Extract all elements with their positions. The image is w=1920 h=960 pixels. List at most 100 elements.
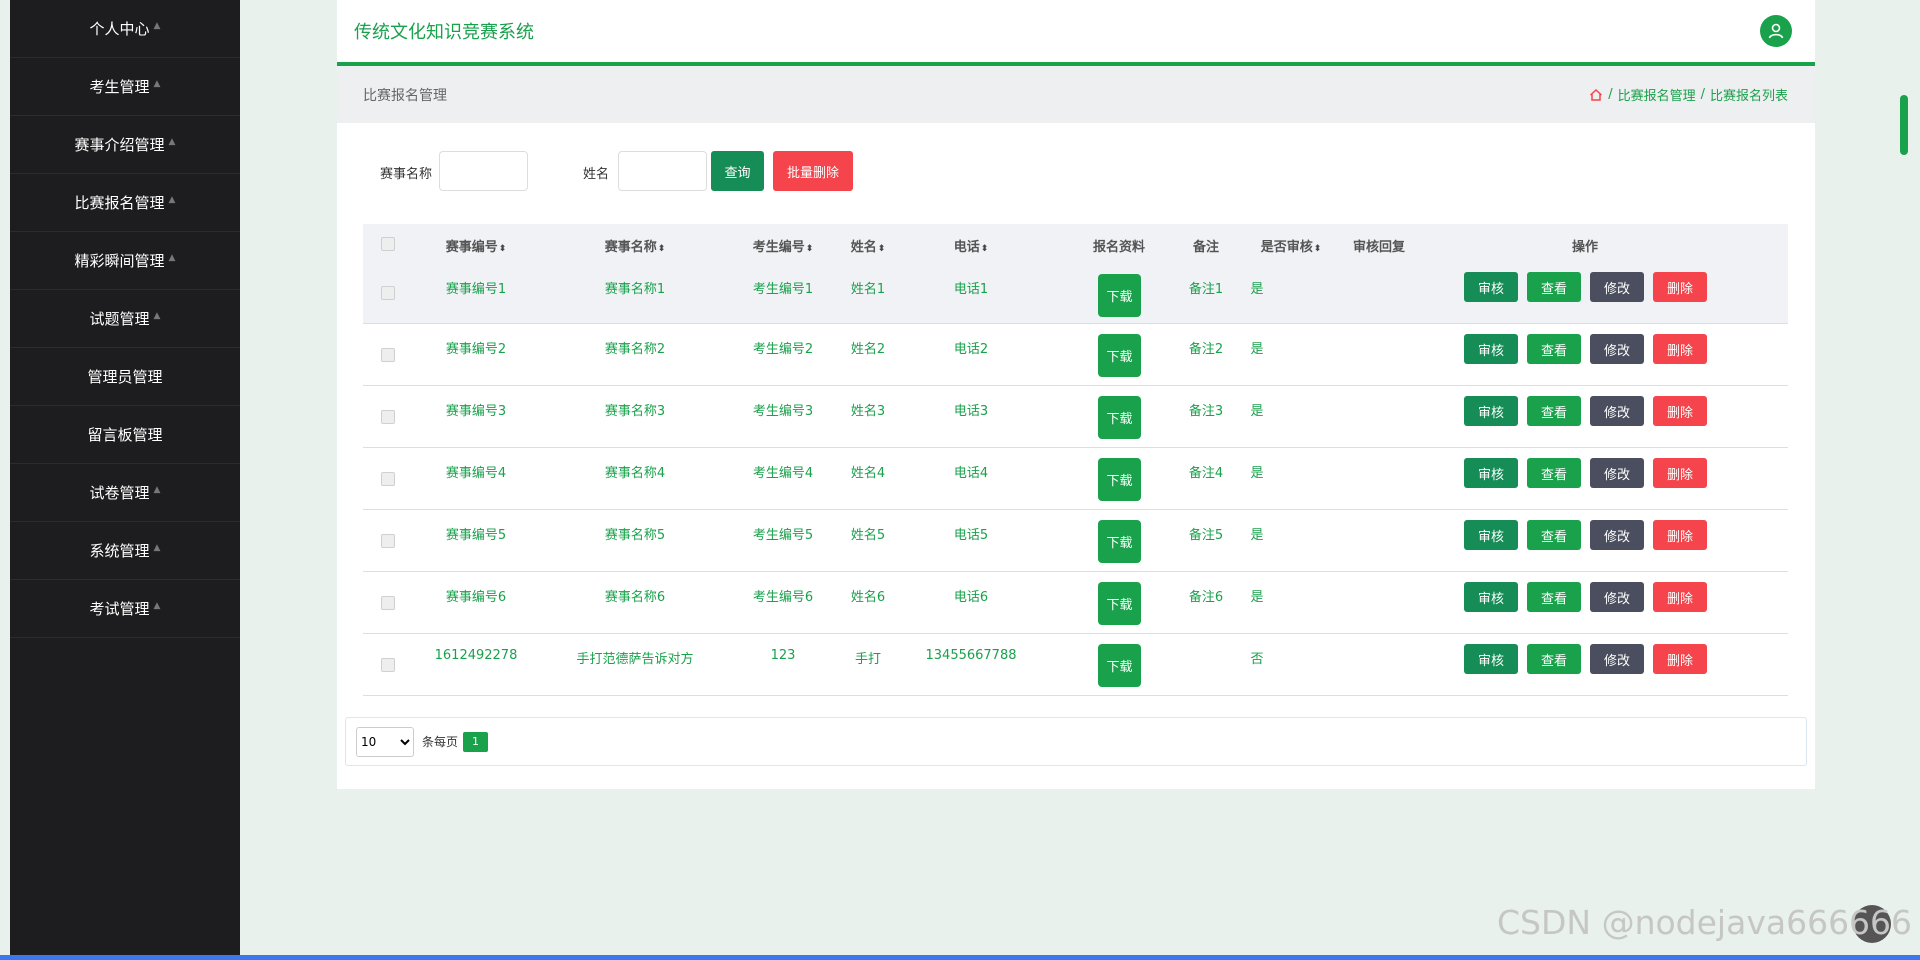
cell-remark: 备注5 <box>1188 528 1224 543</box>
download-button[interactable]: 下载 <box>1098 582 1141 625</box>
view-button[interactable]: 查看 <box>1527 458 1581 488</box>
download-button[interactable]: 下载 <box>1098 396 1141 439</box>
sidebar-item-label: 比赛报名管理 <box>74 194 165 212</box>
sidebar-item-event-intro[interactable]: 赛事介绍管理 ▲ <box>10 116 240 174</box>
column-header-audited[interactable]: 是否审核⬍ <box>1261 236 1322 255</box>
view-button[interactable]: 查看 <box>1527 396 1581 426</box>
sort-icon[interactable]: ⬍ <box>499 244 507 254</box>
scrollbar-thumb[interactable] <box>1900 95 1908 155</box>
select-all-checkbox[interactable] <box>381 237 395 251</box>
sidebar-item-label: 试卷管理 <box>89 484 150 502</box>
home-icon[interactable] <box>1589 88 1603 102</box>
audit-button[interactable]: 审核 <box>1464 582 1518 612</box>
event-name-input[interactable] <box>439 151 528 191</box>
table-row[interactable]: 赛事编号5 赛事名称5 考生编号5 姓名5 电话5 下载 备注5 是 审核 查看… <box>363 510 1788 572</box>
column-header-student-id[interactable]: 考生编号⬍ <box>753 236 814 255</box>
sidebar-item-system[interactable]: 系统管理 ▲ <box>10 522 240 580</box>
cell-remark: 备注2 <box>1188 342 1224 357</box>
cell-phone: 电话2 <box>953 342 989 357</box>
row-checkbox[interactable] <box>381 348 395 362</box>
view-button[interactable]: 查看 <box>1527 644 1581 674</box>
cell-event-id: 赛事编号6 <box>445 590 507 605</box>
sidebar-item-message-board[interactable]: 留言板管理 <box>10 406 240 464</box>
delete-button[interactable]: 删除 <box>1653 396 1707 426</box>
row-checkbox[interactable] <box>381 534 395 548</box>
download-button[interactable]: 下载 <box>1098 334 1141 377</box>
edit-button[interactable]: 修改 <box>1590 458 1644 488</box>
sidebar-item-admins[interactable]: 管理员管理 <box>10 348 240 406</box>
table-row[interactable]: 1612492278 手打范德萨告诉对方 123 手打 13455667788 … <box>363 634 1788 696</box>
row-checkbox[interactable] <box>381 286 395 300</box>
table-row[interactable]: 赛事编号6 赛事名称6 考生编号6 姓名6 电话6 下载 备注6 是 审核 查看… <box>363 572 1788 634</box>
table-row[interactable]: 赛事编号2 赛事名称2 考生编号2 姓名2 电话2 下载 备注2 是 审核 查看… <box>363 324 1788 386</box>
cell-event-id: 赛事编号4 <box>445 466 507 481</box>
batch-delete-button[interactable]: 批量删除 <box>773 151 853 191</box>
row-checkbox[interactable] <box>381 596 395 610</box>
audit-button[interactable]: 审核 <box>1464 644 1518 674</box>
cell-event-name: 赛事名称2 <box>604 342 666 357</box>
audit-button[interactable]: 审核 <box>1464 334 1518 364</box>
column-header-name[interactable]: 姓名⬍ <box>851 236 886 255</box>
download-button[interactable]: 下载 <box>1098 458 1141 501</box>
sidebar-item-label: 试题管理 <box>89 310 150 328</box>
edit-button[interactable]: 修改 <box>1590 272 1644 302</box>
row-checkbox[interactable] <box>381 658 395 672</box>
audit-button[interactable]: 审核 <box>1464 272 1518 302</box>
download-button[interactable]: 下载 <box>1098 274 1141 317</box>
sort-icon[interactable]: ⬍ <box>658 244 666 254</box>
audit-button[interactable]: 审核 <box>1464 458 1518 488</box>
person-name-input[interactable] <box>618 151 707 191</box>
column-header-event-id[interactable]: 赛事编号⬍ <box>446 236 507 255</box>
column-header-remark: 备注 <box>1192 240 1220 255</box>
column-header-event-name[interactable]: 赛事名称⬍ <box>605 236 666 255</box>
user-icon[interactable] <box>1760 15 1792 47</box>
caret-up-icon: ▲ <box>153 484 161 495</box>
column-header-phone[interactable]: 电话⬍ <box>954 236 989 255</box>
cell-event-id: 赛事编号2 <box>445 342 507 357</box>
view-button[interactable]: 查看 <box>1527 272 1581 302</box>
delete-button[interactable]: 删除 <box>1653 644 1707 674</box>
view-button[interactable]: 查看 <box>1527 520 1581 550</box>
table-row[interactable]: 赛事编号1 赛事名称1 考生编号1 姓名1 电话1 下载 备注1 是 审核 查看… <box>363 264 1788 324</box>
audit-button[interactable]: 审核 <box>1464 396 1518 426</box>
query-button[interactable]: 查询 <box>711 151 764 191</box>
edit-button[interactable]: 修改 <box>1590 334 1644 364</box>
breadcrumb-item-registration[interactable]: 比赛报名管理 <box>1618 85 1696 104</box>
delete-button[interactable]: 删除 <box>1653 520 1707 550</box>
page-size-select[interactable]: 10 <box>356 726 414 757</box>
sidebar-item-label: 系统管理 <box>89 542 150 560</box>
sidebar-item-questions[interactable]: 试题管理 ▲ <box>10 290 240 348</box>
sort-icon[interactable]: ⬍ <box>878 244 886 254</box>
delete-button[interactable]: 删除 <box>1653 272 1707 302</box>
edit-button[interactable]: 修改 <box>1590 582 1644 612</box>
delete-button[interactable]: 删除 <box>1653 334 1707 364</box>
edit-button[interactable]: 修改 <box>1590 520 1644 550</box>
cell-student-id: 考生编号3 <box>752 404 814 419</box>
registration-table: 赛事编号⬍ 赛事名称⬍ 考生编号⬍ 姓名⬍ 电话⬍ 报名资料 备注 是否审核⬍ … <box>363 224 1788 696</box>
table-row[interactable]: 赛事编号4 赛事名称4 考生编号4 姓名4 电话4 下载 备注4 是 审核 查看… <box>363 448 1788 510</box>
sidebar-item-highlights[interactable]: 精彩瞬间管理 ▲ <box>10 232 240 290</box>
page-number-button[interactable]: 1 <box>463 731 489 752</box>
view-button[interactable]: 查看 <box>1527 334 1581 364</box>
breadcrumb: / 比赛报名管理 / 比赛报名列表 <box>1589 85 1788 104</box>
delete-button[interactable]: 删除 <box>1653 458 1707 488</box>
audit-button[interactable]: 审核 <box>1464 520 1518 550</box>
edit-button[interactable]: 修改 <box>1590 644 1644 674</box>
sort-icon[interactable]: ⬍ <box>1314 244 1322 254</box>
delete-button[interactable]: 删除 <box>1653 582 1707 612</box>
sidebar-item-registration[interactable]: 比赛报名管理 ▲ <box>10 174 240 232</box>
view-button[interactable]: 查看 <box>1527 582 1581 612</box>
edit-button[interactable]: 修改 <box>1590 396 1644 426</box>
row-checkbox[interactable] <box>381 410 395 424</box>
sidebar-item-personal-center[interactable]: 个人中心 ▲ <box>10 0 240 58</box>
download-button[interactable]: 下载 <box>1098 644 1141 687</box>
download-button[interactable]: 下载 <box>1098 520 1141 563</box>
row-checkbox[interactable] <box>381 472 395 486</box>
table-row[interactable]: 赛事编号3 赛事名称3 考生编号3 姓名3 电话3 下载 备注3 是 审核 查看… <box>363 386 1788 448</box>
sidebar-item-exams[interactable]: 考试管理 ▲ <box>10 580 240 638</box>
sidebar-item-exam-papers[interactable]: 试卷管理 ▲ <box>10 464 240 522</box>
sidebar-item-label: 管理员管理 <box>87 368 163 386</box>
sort-icon[interactable]: ⬍ <box>981 244 989 254</box>
sidebar-item-students[interactable]: 考生管理 ▲ <box>10 58 240 116</box>
sort-icon[interactable]: ⬍ <box>806 244 814 254</box>
